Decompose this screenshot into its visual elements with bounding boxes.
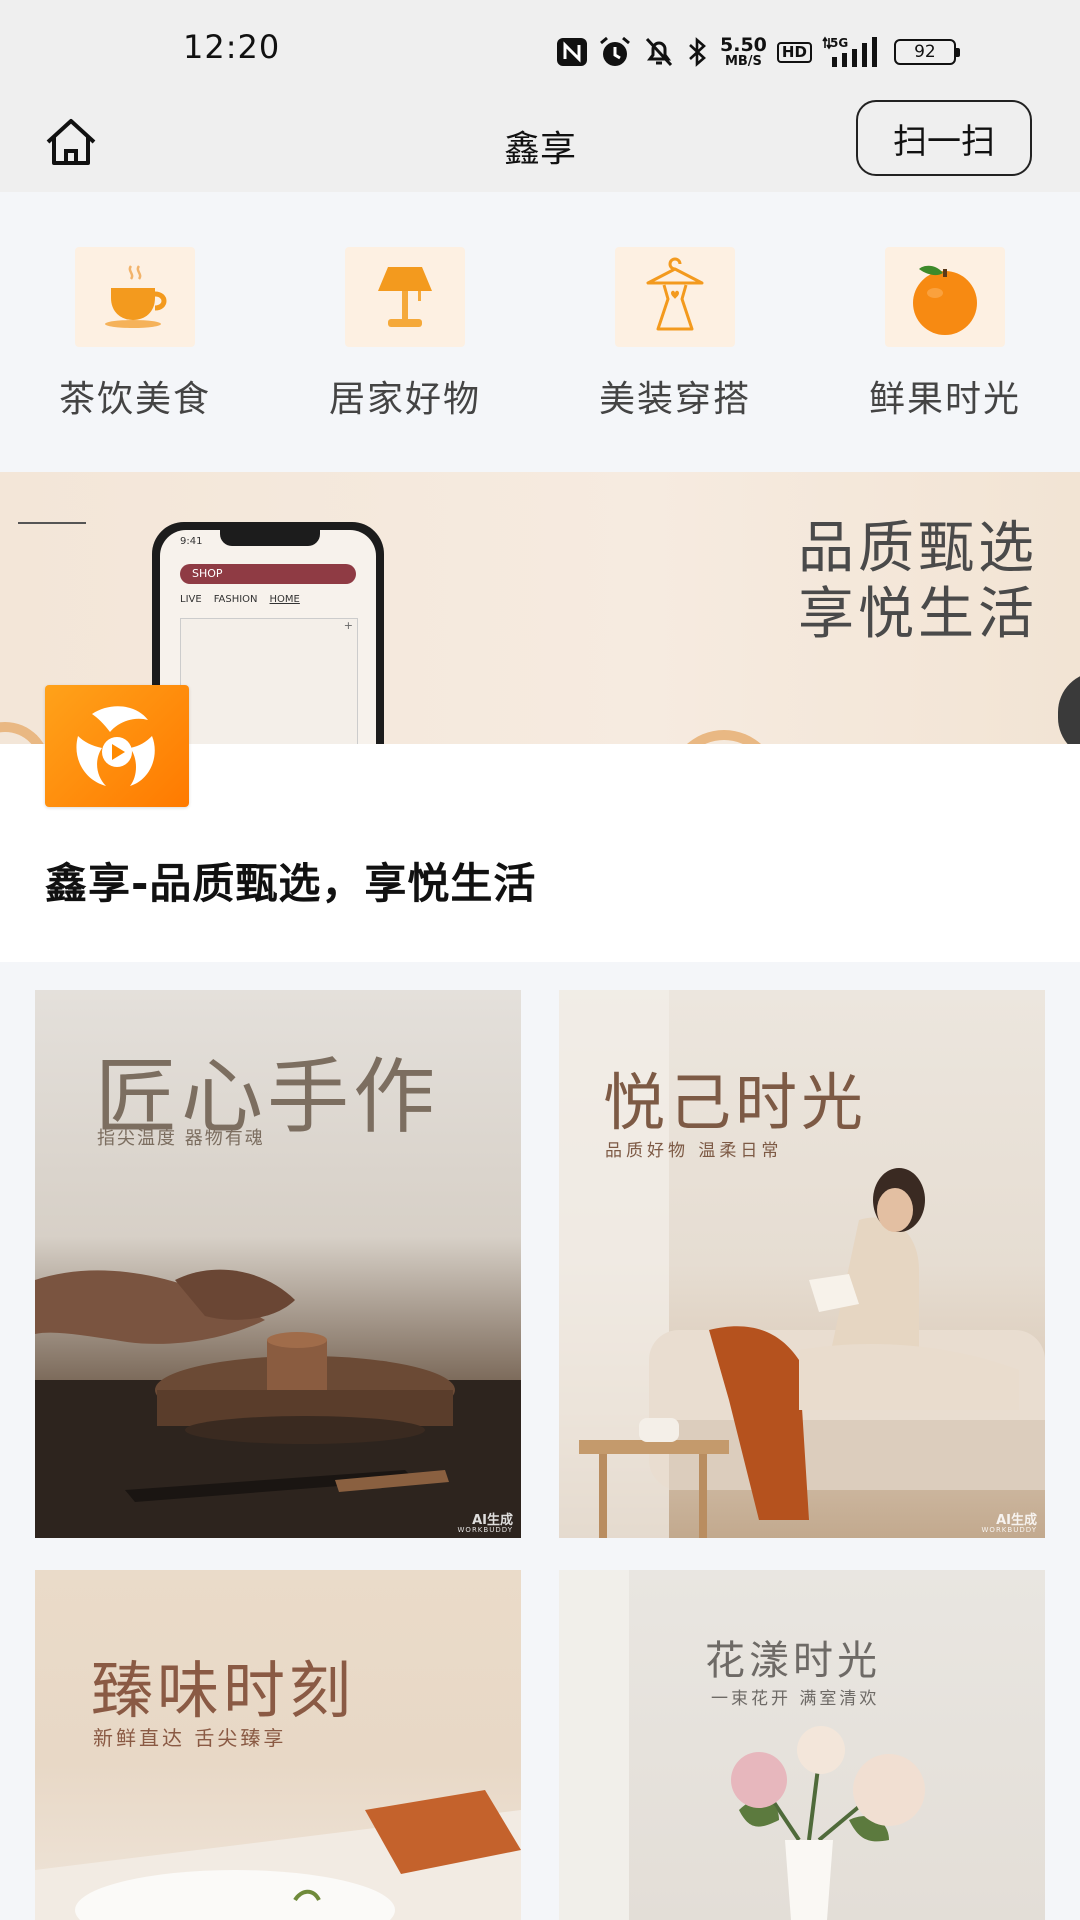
card-subtitle: 品质好物 温柔日常	[605, 1141, 783, 1161]
lamp-icon	[345, 247, 465, 347]
nfc-icon	[557, 38, 587, 66]
network-speed: 5.50 MB/S	[720, 34, 767, 69]
ai-generated-mark: AI生成 WORKBUDDY	[458, 1514, 513, 1534]
battery-icon: 92	[893, 39, 960, 65]
status-bar: 12:20 5.50 MB/S HD 5G 92	[0, 0, 1080, 100]
category-beauty-fashion[interactable]: 美装穿搭	[540, 192, 810, 472]
decor-arc	[0, 722, 50, 744]
top-nav-bar: 鑫享 扫一扫	[0, 100, 1080, 192]
category-label: 茶饮美食	[58, 379, 211, 420]
hd-badge: HD	[776, 41, 812, 63]
phone-tab: FASHION	[213, 594, 258, 605]
phone-screen: 9:41 SHOP LIVE FASHION HOME +	[160, 530, 376, 744]
speed-unit: MB/S	[724, 54, 762, 69]
card-title: 悦己时光	[603, 1066, 868, 1139]
slogan-line: 享悦生活	[798, 582, 1038, 647]
card-title: 臻味时刻	[91, 1654, 356, 1727]
tea-cup-icon	[75, 247, 195, 347]
alarm-icon	[600, 36, 630, 66]
phone-tabs: LIVE FASHION HOME	[180, 594, 300, 605]
slogan-line: 品质甄选	[798, 516, 1038, 581]
category-tea-food[interactable]: 茶饮美食	[0, 192, 270, 472]
category-grid: 茶饮美食 居家好物 美装穿搭 鲜果时光	[0, 192, 1080, 472]
category-fresh-fruit[interactable]: 鲜果时光	[810, 192, 1080, 472]
category-label: 美装穿搭	[598, 379, 751, 420]
phone-tab: LIVE	[180, 594, 202, 605]
phone-content-box: +	[180, 618, 358, 744]
ai-mark-sub: WORKBUDDY	[457, 1526, 513, 1534]
feed-card-taste[interactable]: 臻味时刻 新鲜直达 舌尖臻享	[35, 1570, 521, 1920]
card-subtitle: 新鲜直达 舌尖臻享	[93, 1726, 287, 1750]
play-leaf-logo-icon	[76, 706, 155, 786]
ai-generated-mark: AI生成 WORKBUDDY	[982, 1514, 1037, 1534]
feed-card-handcraft[interactable]: 匠心手作 指尖温度 器物有魂 AI生成 WORKBUDDY	[35, 990, 521, 1538]
category-home-goods[interactable]: 居家好物	[270, 192, 540, 472]
banner-slogan: 品质甄选 享悦生活	[798, 516, 1038, 648]
speed-value: 5.50	[720, 34, 767, 56]
status-icons: 5.50 MB/S HD 5G 92	[556, 30, 960, 74]
category-label: 居家好物	[328, 379, 481, 420]
card-title: 花漾时光	[705, 1638, 881, 1684]
mute-bell-icon	[645, 37, 673, 67]
orange-icon	[885, 247, 1005, 347]
feed-card-me-time[interactable]: 悦己时光 品质好物 温柔日常 AI生成 WORKBUDDY	[559, 990, 1045, 1538]
network-type: 5G	[830, 36, 848, 50]
card-subtitle: 一束花开 满室清欢	[711, 1689, 880, 1709]
peony-vase-image	[559, 1570, 925, 1920]
card-subtitle: 指尖温度 器物有魂	[97, 1128, 265, 1149]
signal-icon: 5G	[822, 36, 877, 67]
bluetooth-icon	[689, 37, 706, 67]
dress-hanger-icon	[615, 247, 735, 347]
intro-title: 鑫享-品质甄选，享悦生活	[45, 859, 537, 908]
phone-plus: +	[343, 619, 353, 632]
app-logo	[45, 685, 189, 807]
phone-notch	[220, 530, 320, 546]
phone-time: 9:41	[180, 536, 203, 547]
ai-mark-sub: WORKBUDDY	[981, 1526, 1037, 1534]
decor-arc	[668, 730, 780, 744]
scan-button[interactable]: 扫一扫	[856, 100, 1032, 176]
phone-shop-bar: SHOP	[180, 564, 356, 584]
banner-dash	[18, 522, 86, 524]
phone-tab: HOME	[269, 594, 300, 605]
category-label: 鲜果时光	[868, 379, 1021, 420]
feed-card-flowers[interactable]: 花漾时光 一束花开 满室清欢	[559, 1570, 1045, 1920]
status-time: 12:20	[183, 28, 281, 66]
